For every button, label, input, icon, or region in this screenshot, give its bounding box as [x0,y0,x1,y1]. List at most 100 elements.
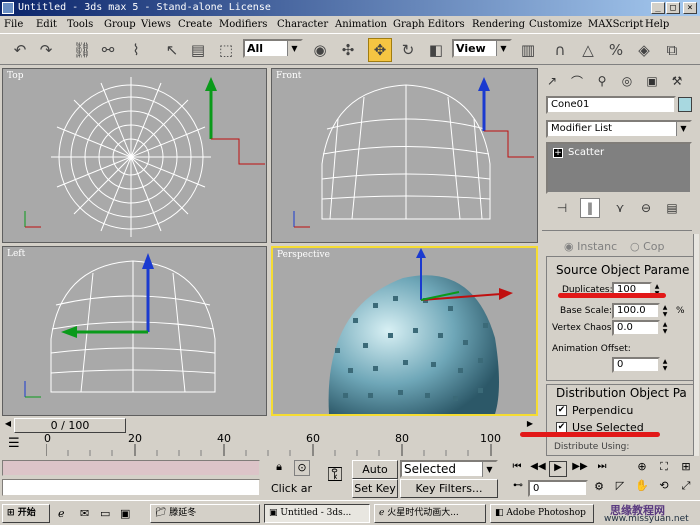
curve-editor-icon[interactable]: ☰ [8,436,28,454]
spinner-icon[interactable]: ▲▼ [661,321,669,335]
select-scale-icon[interactable]: ◧ [424,38,448,62]
selection-filter-dropdown[interactable]: All ▼ [243,39,303,58]
object-name-input[interactable]: Cone01 [546,96,676,114]
hierarchy-tab-icon[interactable]: ⚲ [592,71,612,91]
object-color-swatch[interactable] [678,97,692,112]
time-config-icon[interactable]: ⚙ [590,480,608,496]
current-frame-input[interactable]: 0 [528,480,588,497]
menu-views[interactable]: Views [141,16,171,33]
goto-end-icon[interactable]: ⏭ [592,461,612,477]
maximize-button[interactable]: □ [666,2,680,14]
lock-selection-icon[interactable]: 🔒︎ [271,460,287,476]
spinner-icon[interactable]: ▲▼ [661,358,669,372]
field-of-view-icon[interactable]: ◸ [612,479,628,495]
menu-file[interactable]: File [4,16,23,33]
stack-item-scatter[interactable]: + Scatter [550,146,688,160]
reference-coordinate-dropdown[interactable]: View ▼ [452,39,512,58]
menu-animation[interactable]: Animation [335,16,387,33]
goto-start-icon[interactable]: ⏮ [507,461,527,477]
maxscript-listener[interactable] [2,460,260,476]
instance-radio[interactable]: ◉ Instanc [564,240,617,253]
chevron-left-icon[interactable]: ◀ [2,419,14,432]
close-button[interactable]: × [683,2,697,14]
zoom-extents-all-icon[interactable]: ⊞ [678,460,694,476]
angle-snap-icon[interactable]: △ [576,38,600,62]
window-crossing-icon[interactable]: ◉ [308,38,332,62]
menu-modifiers[interactable]: Modifiers [219,16,267,33]
redo-icon[interactable]: ↷ [34,38,58,62]
auto-key-button[interactable]: Auto Key [352,460,398,493]
minimize-button[interactable]: _ [651,2,665,14]
prompt-line[interactable] [2,479,260,496]
vertex-chaos-input[interactable]: 0.0 [612,320,660,336]
task-3dsmax[interactable]: ▣ Untitled - 3ds... [264,504,370,523]
viewport-left[interactable]: Left [2,246,267,416]
task-photoshop[interactable]: ◧ Adobe Photoshop [490,504,594,523]
key-mode-toggle-icon[interactable]: ⊷ [510,480,526,496]
menu-graph-editors[interactable]: Graph Editors [393,16,465,33]
menu-rendering[interactable]: Rendering [472,16,525,33]
outlook-icon[interactable]: ✉ [80,507,94,521]
task-folder[interactable]: 📁︎ 滕延冬 [150,504,260,523]
panel-scrollbar[interactable] [693,234,699,456]
snap-toggle-icon[interactable]: ∩ [548,38,572,62]
spinner-icon[interactable]: ▲▼ [661,304,669,318]
select-move-icon[interactable]: ✥ [368,38,392,62]
key-icon[interactable]: ⚿ [320,462,350,492]
modifier-list-dropdown[interactable]: Modifier List ▼ [546,120,692,138]
select-move-icon-2[interactable]: ✣ [336,38,360,62]
bind-space-warp-icon[interactable]: ⌇ [124,38,148,62]
time-slider[interactable]: ◀ 0 / 100 ▶ [0,418,540,433]
animation-offset-input[interactable]: 0 [612,357,660,373]
zoom-icon[interactable]: ⊕ [634,460,650,476]
time-slider-thumb[interactable]: 0 / 100 [14,418,126,433]
motion-tab-icon[interactable]: ◎ [617,71,637,91]
select-rotate-icon[interactable]: ↻ [396,38,420,62]
modify-tab-icon[interactable]: ⌒ [567,71,587,91]
play-icon[interactable]: ▶ [549,461,567,477]
menu-character[interactable]: Character [277,16,328,33]
spinner-snap-icon[interactable]: ◈ [632,38,656,62]
select-link-icon[interactable]: ⛓ [70,38,94,62]
menu-help[interactable]: Help [645,16,669,33]
key-mode-dropdown[interactable]: Selected ▼ [400,460,498,478]
rectangular-selection-icon[interactable]: ⬚ [214,38,238,62]
viewport-top[interactable]: Top [2,68,267,243]
task-browser[interactable]: ℯ 火星时代动画大... [374,504,486,523]
configure-sets-icon[interactable]: ▤ [662,198,682,218]
utilities-tab-icon[interactable]: ⚒ [667,71,687,91]
menu-create[interactable]: Create [178,16,212,33]
remove-modifier-icon[interactable]: ⊖ [636,198,656,218]
viewport-front[interactable]: Front [271,68,538,243]
create-tab-icon[interactable]: ↗ [542,71,562,91]
make-unique-icon[interactable]: ⋎ [610,198,630,218]
zoom-extents-icon[interactable]: ⛶ [656,460,672,476]
undo-icon[interactable]: ↶ [8,38,32,62]
menu-customize[interactable]: Customize [529,16,582,33]
show-end-result-icon[interactable]: ‖ [580,198,600,218]
menu-edit[interactable]: Edit [36,16,57,33]
percent-snap-icon[interactable]: % [604,38,628,62]
track-bar[interactable]: ☰ 0 20 40 60 80 100 [0,432,540,458]
menu-tools[interactable]: Tools [67,16,93,33]
unlink-icon[interactable]: ⚯ [96,38,120,62]
absolute-mode-icon[interactable]: ⊙ [294,460,310,476]
select-object-icon[interactable]: ↖ [160,38,184,62]
previous-frame-icon[interactable]: ◀◀ [528,461,548,477]
base-scale-input[interactable]: 100.0 [612,303,660,319]
select-by-name-icon[interactable]: ▤ [186,38,210,62]
maximize-viewport-icon[interactable]: ⤢ [678,479,694,495]
pivot-center-icon[interactable]: ▥ [516,38,540,62]
pin-stack-icon[interactable]: ⊣ [552,198,572,218]
start-button[interactable]: ⊞ 开始 [2,504,50,523]
menu-group[interactable]: Group [104,16,136,33]
desktop-icon[interactable]: ▭ [100,507,114,521]
mirror-icon[interactable]: ⧉ [660,38,684,62]
copy-radio[interactable]: ○ Cop [630,240,665,253]
chevron-right-icon[interactable]: ▶ [524,419,536,432]
expand-icon[interactable]: + [553,148,563,158]
perpendicular-checkbox[interactable]: ✔ [556,405,567,416]
ie-icon[interactable]: ℯ [58,507,72,521]
key-filters-button[interactable]: Key Filters... [400,479,498,498]
set-key-button[interactable]: Set Key [352,479,398,498]
